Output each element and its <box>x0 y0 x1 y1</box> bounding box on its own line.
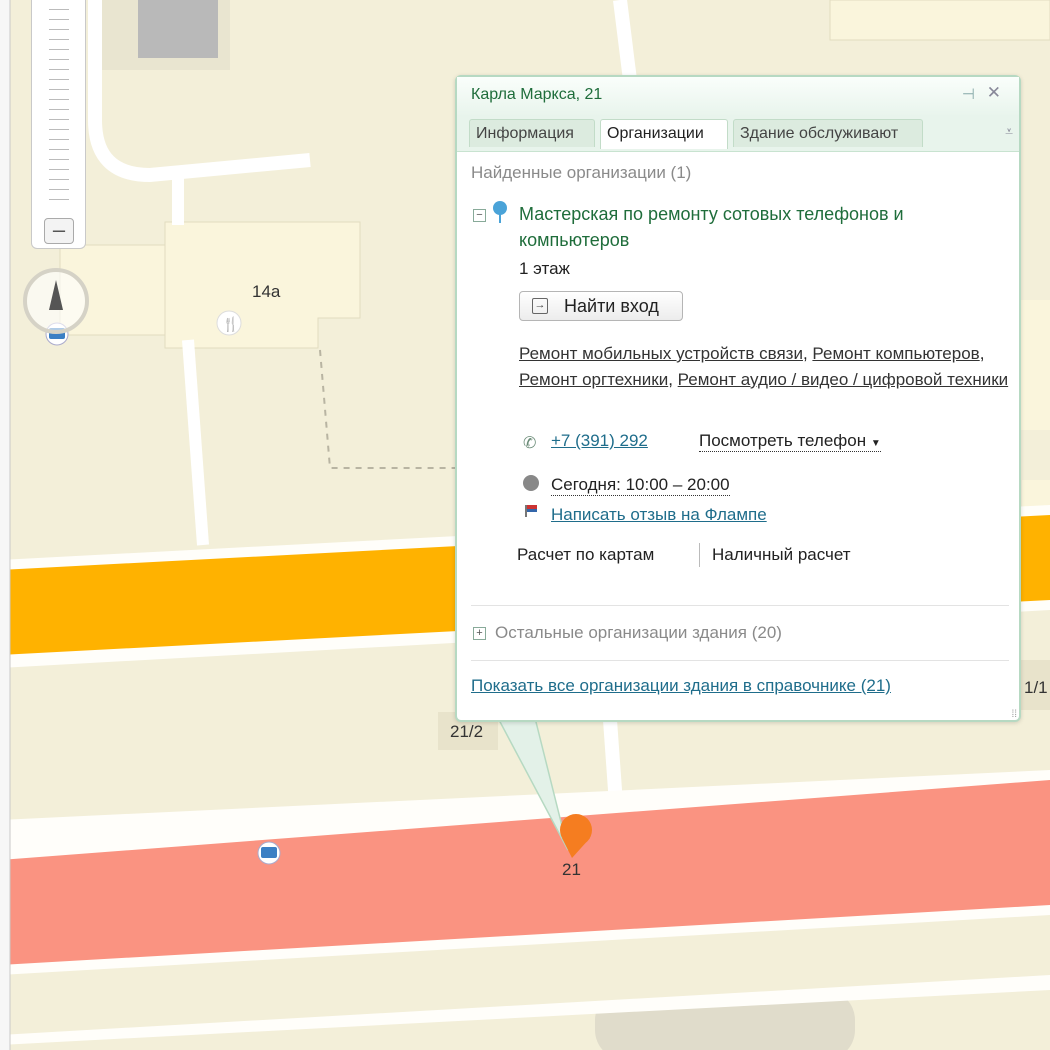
found-count-label: Найденные организации (1) <box>471 163 692 182</box>
categories: Ремонт мобильных устройств связи, Ремонт… <box>519 344 1009 389</box>
payment-cards: Расчет по картам <box>517 545 655 564</box>
find-entrance-label: Найти вход <box>564 296 659 316</box>
flamp-icon <box>525 505 537 517</box>
tab-info[interactable]: Информация <box>469 119 595 147</box>
popup-tabs: Информация Организации Здание обслуживаю… <box>457 115 1019 152</box>
popup-header: Карла Маркса, 21 ⊣ ✕ <box>457 77 1019 118</box>
payment-cash: Наличный расчет <box>712 545 851 564</box>
floor-label: 1 этаж <box>519 259 570 278</box>
zoom-control[interactable]: – <box>31 0 86 249</box>
show-all-orgs-link[interactable]: Показать все организации здания в справо… <box>471 676 891 696</box>
phone-link[interactable]: +7 (391) 292 <box>551 431 648 451</box>
show-phone-button[interactable]: Посмотреть телефон ▼ <box>699 431 881 452</box>
category-link[interactable]: Ремонт аудио / видео / цифровой техники <box>678 370 1009 389</box>
entrance-icon: → <box>532 298 548 314</box>
org-name[interactable]: Мастерская по ремонту сотовых телефонов … <box>519 201 999 253</box>
collapse-icon[interactable]: − <box>473 209 486 222</box>
compass-icon[interactable] <box>23 268 89 334</box>
pin-icon[interactable]: ⊣ <box>962 85 975 103</box>
write-review-link[interactable]: Написать отзыв на Флампе <box>551 505 767 525</box>
resize-handle-icon[interactable]: ⁞⁞ <box>1011 709 1017 720</box>
divider <box>471 605 1009 606</box>
house-number-1-1: 1/1 <box>1024 678 1048 697</box>
category-link[interactable]: Ремонт компьютеров <box>812 344 979 363</box>
house-number-21-2: 21/2 <box>450 722 483 741</box>
compass-needle-icon <box>49 280 63 310</box>
tab-building-service[interactable]: Здание обслуживают <box>733 119 923 147</box>
building[interactable] <box>138 0 218 58</box>
working-hours[interactable]: Сегодня: 10:00 – 20:00 <box>551 475 730 496</box>
house-number-21: 21 <box>562 860 581 879</box>
map-pin-icon <box>493 201 507 223</box>
building[interactable] <box>1020 300 1050 430</box>
tabs-menu-icon[interactable]: ⩡ <box>1005 123 1013 140</box>
payment-divider <box>699 543 700 567</box>
expand-icon[interactable]: + <box>473 627 486 640</box>
svg-text:🍴: 🍴 <box>222 316 239 333</box>
divider <box>471 660 1009 661</box>
category-link[interactable]: Ремонт оргтехники <box>519 370 668 389</box>
transport-icon[interactable] <box>257 841 281 865</box>
zoom-out-button[interactable]: – <box>44 218 74 244</box>
chevron-down-icon: ▼ <box>870 438 881 449</box>
clock-icon <box>523 475 539 491</box>
tab-organizations[interactable]: Организации <box>600 119 728 149</box>
info-popup: Карла Маркса, 21 ⊣ ✕ Информация Организа… <box>455 75 1021 722</box>
popup-title: Карла Маркса, 21 <box>471 86 603 103</box>
phone-icon: ✆ <box>523 435 537 452</box>
other-orgs-toggle[interactable]: Остальные организации здания (20) <box>495 623 782 643</box>
restaurant-icon[interactable]: 🍴 <box>216 310 242 336</box>
building[interactable] <box>829 0 1050 41</box>
show-phone-label: Посмотреть телефон <box>699 431 867 450</box>
zoom-slider[interactable] <box>49 0 69 205</box>
find-entrance-button[interactable]: → Найти вход <box>519 291 683 321</box>
close-icon[interactable]: ✕ <box>987 83 1001 103</box>
category-link[interactable]: Ремонт мобильных устройств связи <box>519 344 803 363</box>
house-number-14a: 14а <box>252 282 281 301</box>
